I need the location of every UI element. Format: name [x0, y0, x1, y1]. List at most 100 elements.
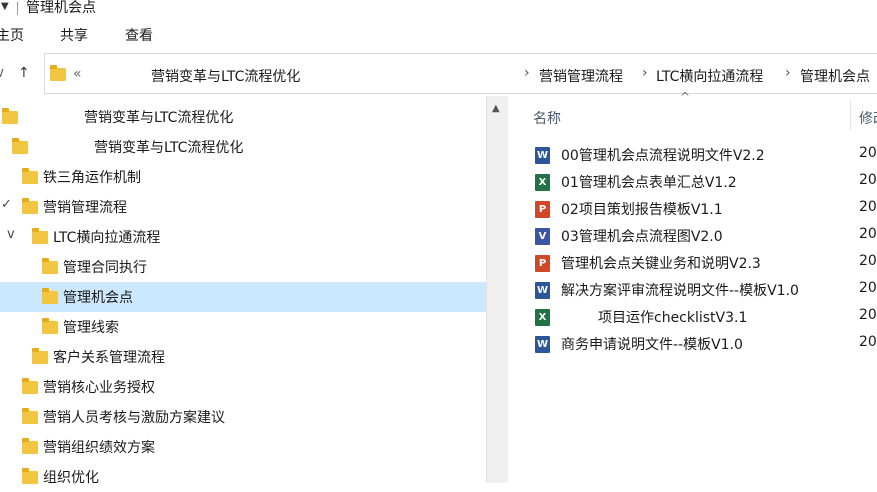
folder-icon	[22, 378, 38, 398]
excel-icon: X	[535, 309, 550, 326]
column-divider[interactable]	[850, 100, 851, 130]
file-row[interactable]: V 03管理机会点流程图V2.0 20	[510, 223, 877, 249]
expand-icon[interactable]: ✓	[1, 197, 12, 212]
file-date: 20	[859, 307, 877, 323]
tree-item-label: 营销组织绩效方案	[43, 440, 155, 456]
excel-icon: X	[535, 174, 550, 191]
folder-icon	[12, 138, 28, 158]
tree-item[interactable]: 管理线索	[0, 312, 486, 342]
tree-item[interactable]: 营销变革与LTC流程优化	[0, 132, 486, 162]
folder-icon	[2, 108, 18, 128]
navigation-pane: 营销变革与LTC流程优化 营销变革与LTC流程优化 铁三角运作机制 ✓ 营销管理…	[0, 96, 486, 486]
nav-pane-scrollbar[interactable]: ▲	[486, 96, 508, 483]
file-date: 20	[859, 145, 877, 161]
folder-icon	[22, 438, 38, 458]
address-bar[interactable]: « 营销变革与LTC流程优化 › 营销管理流程 › LTC横向拉通流程 › 管理…	[44, 53, 877, 94]
file-row[interactable]: W 解决方案评审流程说明文件--模板V1.0 20	[510, 277, 877, 303]
tree-item-label: 管理机会点	[63, 290, 133, 306]
tab-view[interactable]: 查看	[125, 25, 153, 45]
sort-ascending-icon: ^	[680, 90, 691, 104]
file-name: 01管理机会点表单汇总V1.2	[561, 175, 737, 191]
quick-access-dropdown-icon[interactable]: ▼	[1, 1, 9, 12]
word-icon: W	[535, 282, 550, 299]
tree-item[interactable]: 铁三角运作机制	[0, 162, 486, 192]
tree-item[interactable]: ✓ 营销管理流程	[0, 192, 486, 222]
tree-item-label: 营销管理流程	[43, 200, 127, 216]
tree-item[interactable]: 营销变革与LTC流程优化	[0, 102, 486, 132]
folder-icon	[50, 65, 66, 85]
tree-item[interactable]: 客户关系管理流程	[0, 342, 486, 372]
tree-item-label: 营销人员考核与激励方案建议	[43, 410, 225, 426]
breadcrumb-overflow[interactable]: «	[73, 66, 82, 82]
address-bar-row: ∨ ↑ « 营销变革与LTC流程优化 › 营销管理流程 › LTC横向拉通流程 …	[0, 53, 877, 95]
column-header-date[interactable]: 修改	[859, 108, 877, 128]
file-name: 管理机会点关键业务和说明V2.3	[561, 256, 761, 272]
folder-icon	[22, 198, 38, 218]
file-row[interactable]: X 项目运作checklistV3.1 20	[510, 304, 877, 330]
title-separator	[17, 2, 18, 15]
file-row[interactable]: P 02项目策划报告模板V1.1 20	[510, 196, 877, 222]
column-header-name[interactable]: 名称	[533, 108, 561, 128]
tree-item-selected[interactable]: 管理机会点	[0, 282, 486, 312]
file-row[interactable]: X 01管理机会点表单汇总V1.2 20	[510, 169, 877, 195]
file-row[interactable]: W 商务申请说明文件--模板V1.0 20	[510, 331, 877, 357]
breadcrumb-item[interactable]: LTC横向拉通流程	[656, 66, 763, 86]
visio-icon: V	[535, 228, 550, 245]
file-name: 00管理机会点流程说明文件V2.2	[561, 148, 765, 164]
folder-icon	[42, 258, 58, 278]
breadcrumb-chevron-icon[interactable]: ›	[785, 65, 791, 81]
folder-icon	[22, 468, 38, 488]
tree-item[interactable]: 组织优化	[0, 462, 486, 492]
window-title: 管理机会点	[26, 0, 96, 16]
breadcrumb-item[interactable]: 营销管理流程	[539, 66, 623, 86]
folder-icon	[22, 168, 38, 188]
powerpoint-icon: P	[535, 255, 550, 272]
breadcrumb-item[interactable]: 营销变革与LTC流程优化	[151, 66, 300, 86]
tab-share[interactable]: 共享	[60, 25, 88, 45]
tree-item-label: 铁三角运作机制	[43, 170, 141, 186]
tree-item-label: LTC横向拉通流程	[53, 230, 161, 246]
tab-home[interactable]: 主页	[0, 25, 24, 45]
tree-item[interactable]: 营销核心业务授权	[0, 372, 486, 402]
expand-icon[interactable]: v	[7, 227, 15, 242]
ribbon-tabs: 主页 共享 查看	[0, 18, 877, 48]
word-icon: W	[535, 147, 550, 164]
tree-item[interactable]: 管理合同执行	[0, 252, 486, 282]
file-row[interactable]: P 管理机会点关键业务和说明V2.3 20	[510, 250, 877, 276]
file-name: 项目运作checklistV3.1	[598, 310, 748, 326]
folder-icon	[32, 228, 48, 248]
tree-item-label: 管理合同执行	[63, 260, 147, 276]
file-date: 20	[859, 280, 877, 296]
file-name: 商务申请说明文件--模板V1.0	[561, 337, 743, 353]
file-name: 02项目策划报告模板V1.1	[561, 202, 723, 218]
powerpoint-icon: P	[535, 201, 550, 218]
scroll-up-icon[interactable]: ▲	[492, 103, 500, 114]
tree-item[interactable]: 营销组织绩效方案	[0, 432, 486, 462]
breadcrumb-chevron-icon[interactable]: ›	[524, 65, 530, 81]
file-date: 20	[859, 226, 877, 242]
tree-item-label: 组织优化	[43, 470, 99, 486]
title-bar: ▼ 管理机会点	[0, 0, 877, 18]
word-icon: W	[535, 336, 550, 353]
file-name: 03管理机会点流程图V2.0	[561, 229, 723, 245]
folder-icon	[42, 288, 58, 308]
file-list-pane: ^ 名称 修改 W 00管理机会点流程说明文件V2.2 20 X 01管理机会点…	[510, 90, 877, 483]
tree-item-label: 营销变革与LTC流程优化	[84, 110, 234, 126]
up-arrow-icon[interactable]: ↑	[18, 65, 30, 81]
recent-locations-icon[interactable]: ∨	[0, 65, 5, 81]
tree-item-label: 营销核心业务授权	[43, 380, 155, 396]
folder-icon	[42, 318, 58, 338]
file-date: 20	[859, 334, 877, 350]
tree-item[interactable]: v LTC横向拉通流程	[0, 222, 486, 252]
file-row[interactable]: W 00管理机会点流程说明文件V2.2 20	[510, 142, 877, 168]
tree-item[interactable]: 营销人员考核与激励方案建议	[0, 402, 486, 432]
folder-icon	[22, 408, 38, 428]
tree-item-label: 营销变革与LTC流程优化	[94, 140, 244, 156]
file-date: 20	[859, 199, 877, 215]
breadcrumb-item[interactable]: 管理机会点	[800, 66, 870, 86]
file-date: 20	[859, 253, 877, 269]
file-date: 20	[859, 172, 877, 188]
file-name: 解决方案评审流程说明文件--模板V1.0	[561, 283, 799, 299]
folder-icon	[32, 348, 48, 368]
breadcrumb-chevron-icon[interactable]: ›	[642, 65, 648, 81]
